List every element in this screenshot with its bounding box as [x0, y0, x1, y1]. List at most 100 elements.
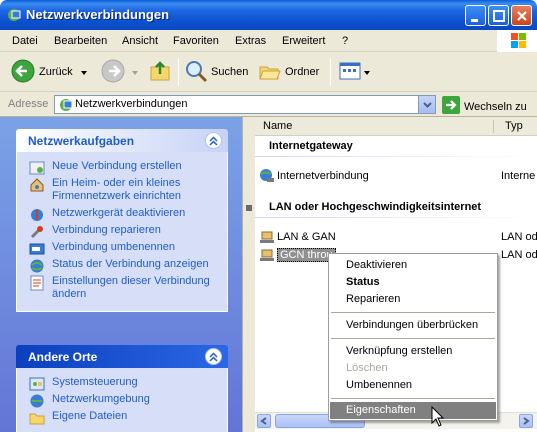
task-label: Netzwerkgerät deaktivieren	[52, 207, 186, 219]
menu-item-bridge[interactable]: Verbindungen überbrücken	[330, 317, 496, 334]
rename-icon	[29, 241, 45, 257]
menu-item-status[interactable]: Status	[330, 274, 496, 291]
menu-separator	[331, 312, 495, 313]
address-input[interactable]: Netzwerkverbindungen	[54, 95, 436, 114]
menu-item-rename[interactable]: Umbenennen	[330, 377, 496, 394]
task-repair-connection[interactable]: Verbindung reparieren	[27, 224, 219, 240]
task-new-connection[interactable]: Neue Verbindung erstellen	[27, 160, 219, 175]
place-control-panel[interactable]: Systemsteuerung	[27, 376, 219, 392]
network-connections-icon	[6, 7, 22, 23]
go-button[interactable]: Wechseln zu	[442, 96, 527, 117]
toolbar-separator	[178, 58, 179, 86]
menu-favoriten[interactable]: Favoriten	[173, 35, 219, 47]
task-pane: Netzwerkaufgaben Neue Verbindung erstell…	[0, 117, 242, 432]
menu-erweitert[interactable]: Erweitert	[282, 35, 325, 47]
place-label: Netzwerkumgebung	[52, 393, 150, 405]
menu-separator	[331, 338, 495, 339]
menu-help[interactable]: ?	[342, 35, 348, 47]
task-rename-connection[interactable]: Verbindung umbenennen	[27, 241, 219, 257]
other-places-box: Andere Orte Systemsteuerung Netzwerkumge…	[16, 345, 228, 432]
toolbar-separator	[330, 58, 331, 86]
menu-extras[interactable]: Extras	[235, 35, 266, 47]
column-type[interactable]: Typ	[505, 120, 523, 132]
folders-icon	[258, 59, 282, 86]
folders-button[interactable]: Ordner	[258, 56, 319, 88]
place-label: Eigene Dateien	[52, 410, 128, 422]
network-connections-icon	[58, 97, 74, 116]
views-button[interactable]	[338, 56, 370, 88]
task-label: Verbindung umbenennen	[52, 241, 175, 253]
collapse-chevron-icon[interactable]	[205, 348, 222, 365]
task-label: Ein Heim- oder ein kleines Firmennetzwer…	[52, 177, 181, 202]
back-button[interactable]: Zurück	[10, 56, 87, 88]
task-view-status[interactable]: Status der Verbindung anzeigen	[27, 258, 219, 273]
network-tasks-title: Netzwerkaufgaben	[28, 134, 135, 148]
forward-arrow-icon	[100, 58, 126, 87]
column-divider[interactable]	[493, 120, 494, 133]
home-network-icon	[29, 177, 45, 193]
menu-ansicht[interactable]: Ansicht	[122, 35, 158, 47]
task-home-network[interactable]: Ein Heim- oder ein kleines Firmennetzwer…	[27, 177, 219, 203]
title-bar[interactable]: Netzwerkverbindungen	[0, 0, 537, 30]
place-label: Systemsteuerung	[52, 376, 138, 388]
views-dropdown-icon	[364, 66, 370, 78]
scroll-left-icon[interactable]	[257, 414, 271, 428]
windows-logo-icon	[497, 30, 537, 52]
mouse-cursor-icon	[431, 406, 445, 427]
maximize-button[interactable]	[488, 5, 509, 26]
group-header: LAN oder Hochgeschwindigkeitsinternet	[269, 201, 482, 213]
address-bar: Adresse Netzwerkverbindungen Wechseln zu	[0, 92, 537, 117]
pane-splitter[interactable]	[242, 117, 255, 432]
task-label: Einstellungen dieser Verbindung ändern	[52, 275, 210, 300]
settings-icon	[29, 275, 45, 291]
other-places-header[interactable]: Andere Orte	[16, 345, 228, 368]
back-dropdown-icon[interactable]	[80, 66, 87, 78]
back-label: Zurück	[39, 66, 73, 78]
back-arrow-icon	[10, 58, 36, 87]
task-label: Status der Verbindung anzeigen	[52, 258, 209, 270]
lan-connection-icon	[259, 229, 275, 245]
minimize-button[interactable]	[465, 5, 486, 26]
menu-datei[interactable]: Datei	[12, 35, 38, 47]
scroll-right-icon[interactable]	[519, 414, 533, 428]
menu-bar: Datei Bearbeiten Ansicht Favoriten Extra…	[0, 30, 537, 52]
place-my-documents[interactable]: Eigene Dateien	[27, 410, 219, 425]
list-item[interactable]: Internetverbindung Interne	[259, 168, 535, 184]
network-tasks-header[interactable]: Netzwerkaufgaben	[16, 129, 228, 152]
task-label: Verbindung reparieren	[52, 224, 161, 236]
close-button[interactable]	[511, 5, 532, 26]
item-type: LAN od	[501, 231, 537, 243]
menu-item-properties[interactable]: Eigenschaften	[330, 402, 496, 419]
task-change-settings[interactable]: Einstellungen dieser Verbindung ändern	[27, 275, 219, 301]
address-value: Netzwerkverbindungen	[75, 98, 188, 110]
search-button[interactable]: Suchen	[184, 56, 248, 88]
task-disable-device[interactable]: Netzwerkgerät deaktivieren	[27, 207, 219, 223]
disable-device-icon	[29, 207, 45, 223]
forward-dropdown-icon[interactable]	[132, 66, 138, 78]
folders-label: Ordner	[285, 66, 320, 78]
search-label: Suchen	[211, 66, 249, 78]
item-name: LAN & GAN	[277, 231, 336, 243]
lan-connection-icon	[259, 247, 275, 263]
wrench-icon	[29, 224, 45, 240]
column-name[interactable]: Name	[263, 120, 292, 132]
menu-item-repair[interactable]: Reparieren	[330, 291, 496, 308]
address-dropdown-button[interactable]	[418, 96, 435, 113]
menu-bearbeiten[interactable]: Bearbeiten	[54, 35, 107, 47]
menu-separator	[331, 398, 495, 399]
collapse-chevron-icon[interactable]	[205, 132, 222, 149]
go-label: Wechseln zu	[464, 100, 527, 113]
forward-button[interactable]	[100, 56, 138, 88]
group-divider	[255, 217, 537, 218]
menu-item-create-shortcut[interactable]: Verknüpfung erstellen	[330, 343, 496, 360]
control-panel-icon	[29, 376, 45, 392]
toolbar: Zurück Suchen Ordner	[0, 52, 537, 92]
item-type: LAN od	[501, 249, 537, 261]
up-folder-icon	[148, 59, 172, 86]
list-item-selected[interactable]: GCN throu LAN od	[259, 247, 537, 263]
place-network-neighborhood[interactable]: Netzwerkumgebung	[27, 393, 219, 408]
group-header: Internetgateway	[269, 140, 353, 152]
menu-item-deactivate[interactable]: Deaktivieren	[330, 257, 496, 274]
up-folder-button[interactable]	[148, 56, 172, 88]
list-item[interactable]: LAN & GAN LAN od	[259, 229, 537, 245]
